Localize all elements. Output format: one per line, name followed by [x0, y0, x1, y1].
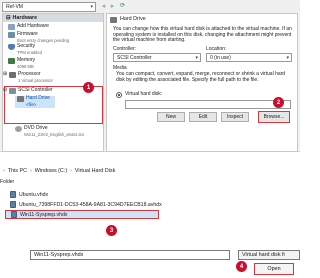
file-row[interactable]: Ubuntu_7398FFD1-DC53-458A-9A81-3C94D7EEC…	[10, 200, 162, 209]
vm-settings-panel: Ref-VM ▾ ◂ ▸ ⟳ ⊟ Hardware Add Hardware F…	[0, 0, 300, 152]
add-hardware-icon	[8, 24, 15, 30]
chevron-right-icon: ›	[70, 167, 72, 174]
inspect-button[interactable]: Inspect	[221, 112, 249, 122]
vhd-label: Virtual hard disk:	[125, 91, 163, 97]
pane-header: Hard Drive	[110, 17, 146, 23]
callout-2: 2	[273, 97, 284, 108]
file-row[interactable]: Ubuntu.vhdx	[10, 190, 48, 199]
breadcrumb-windows-c[interactable]: Windows (C:)	[35, 168, 67, 174]
tree-item-dvd-drive[interactable]: DVD Drive Win11_23H2_English_x64v2.iso	[15, 125, 84, 138]
file-name: Ubuntu.vhdx	[19, 191, 49, 198]
refresh-icon[interactable]: ⟳	[118, 2, 127, 12]
firmware-icon	[8, 32, 15, 38]
vm-selector[interactable]: Ref-VM ▾	[2, 2, 96, 12]
media-text: You can compact, convert, expand, merge,…	[116, 71, 286, 83]
callout-3: 3	[106, 225, 117, 236]
controller-icon	[9, 88, 16, 94]
vhdx-file-icon	[10, 201, 16, 208]
hard-drive-icon	[110, 17, 117, 23]
hardware-tree: ⊟ Hardware Add Hardware Firmware Boot en…	[2, 13, 104, 152]
location-value: 0 (in use)	[210, 54, 231, 61]
processor-icon	[9, 72, 16, 78]
tree-item-label: Hard Drive	[26, 95, 50, 101]
tree-item-scsi-controller[interactable]: ⊟ SCSI Controller	[3, 87, 53, 94]
hard-drive-icon	[17, 96, 24, 102]
tree-item-label: DVD Drive	[24, 125, 48, 131]
breadcrumb-this-pc[interactable]: This PC	[8, 168, 27, 174]
location-select[interactable]: 0 (in use) ▾	[206, 53, 292, 62]
tree-item-label: Security	[17, 43, 36, 49]
hard-drive-settings: Hard Drive You can change how this virtu…	[106, 13, 298, 152]
vhdx-file-icon	[11, 211, 17, 218]
tree-item-sub: 1 Virtual processor	[18, 77, 53, 83]
intro-text: You can change how this virtual hard dis…	[113, 26, 292, 44]
filetype-select[interactable]: Virtual hard disk fi	[238, 250, 300, 260]
vhd-path-input[interactable]	[125, 100, 291, 109]
open-file-dialog: › This PC › Windows (C:) › Virtual Hard …	[0, 153, 300, 278]
filename-value: Win11-Sysprep.vhdx	[34, 252, 84, 258]
hardware-header-label: Hardware	[12, 15, 38, 21]
location-label: Location:	[206, 46, 227, 52]
chevron-right-icon: ›	[3, 167, 5, 174]
hardware-section-header[interactable]: ⊟ Hardware	[3, 14, 103, 22]
tree-item-label: Memory	[17, 57, 36, 63]
chevron-down-icon: ▾	[286, 54, 289, 61]
file-name: Win11-Sysprep.vhdx	[20, 211, 68, 218]
file-name: Ubuntu_7398FFD1-DC53-458A-9A81-3C94D7EEC…	[19, 201, 162, 208]
new-button[interactable]: New	[157, 112, 185, 122]
filename-input[interactable]: Win11-Sysprep.vhdx	[30, 250, 230, 260]
pane-title: Hard Drive	[120, 16, 146, 23]
file-row-selected[interactable]: Win11-Sysprep.vhdx	[5, 210, 159, 219]
tree-item-label: Processor	[18, 71, 41, 77]
tree-item-processor[interactable]: ⊞ Processor 1 Virtual processor	[3, 71, 53, 84]
chevron-down-icon: ▾	[90, 4, 93, 10]
memory-icon	[8, 58, 15, 64]
edit-button[interactable]: Edit	[189, 112, 217, 122]
tree-item-sub: Win11_23H2_English_x64v2.iso	[24, 131, 84, 137]
tree-item-memory[interactable]: Memory 4096 MB	[8, 57, 36, 70]
filetype-value: Virtual hard disk fi	[242, 252, 285, 258]
dvd-icon	[15, 126, 22, 132]
tree-item-sub: Boot entry changes pending	[17, 37, 70, 43]
controller-select[interactable]: SCSI Controller ▾	[113, 53, 201, 62]
vhd-radio[interactable]	[116, 92, 122, 98]
callout-1: 1	[83, 82, 94, 93]
collapse-icon: ⊟	[6, 15, 11, 21]
vm-name: Ref-VM	[6, 4, 23, 10]
tree-item-label: Add Hardware	[17, 23, 49, 29]
breadcrumb-virtual-hard-disk[interactable]: Virtual Hard Disk	[75, 168, 115, 174]
vhdx-file-icon	[10, 191, 16, 198]
expand-icon: ⊞	[3, 71, 8, 77]
browse-button[interactable]: Browse...	[258, 111, 290, 123]
tree-item-add-hardware[interactable]: Add Hardware	[8, 23, 49, 30]
folder-label: Folder	[0, 179, 15, 185]
collapse-icon: ⊟	[3, 87, 8, 93]
forward-arrow-icon[interactable]: ▸	[108, 2, 117, 12]
back-arrow-icon[interactable]: ◂	[99, 2, 108, 12]
tree-item-sub: 4096 MB	[17, 63, 34, 69]
controller-label: Controller:	[113, 46, 137, 52]
tree-item-label: Firmware	[17, 31, 38, 37]
tree-item-security[interactable]: Security TPM enabled	[8, 43, 42, 56]
open-button[interactable]: Open	[254, 263, 294, 275]
tree-item-label: SCSI Controller	[18, 87, 53, 93]
tree-item-hard-drive[interactable]: Hard Drive <file>	[15, 95, 55, 109]
controller-value: SCSI Controller	[117, 54, 152, 61]
chevron-right-icon: ›	[29, 167, 32, 174]
chevron-down-icon: ▾	[195, 54, 198, 61]
breadcrumb: › This PC › Windows (C:) › Virtual Hard …	[0, 165, 300, 176]
shield-icon	[8, 44, 15, 50]
tree-item-sub: <file>	[26, 101, 37, 107]
tree-item-sub: TPM enabled	[17, 49, 42, 55]
callout-4: 4	[236, 261, 247, 272]
